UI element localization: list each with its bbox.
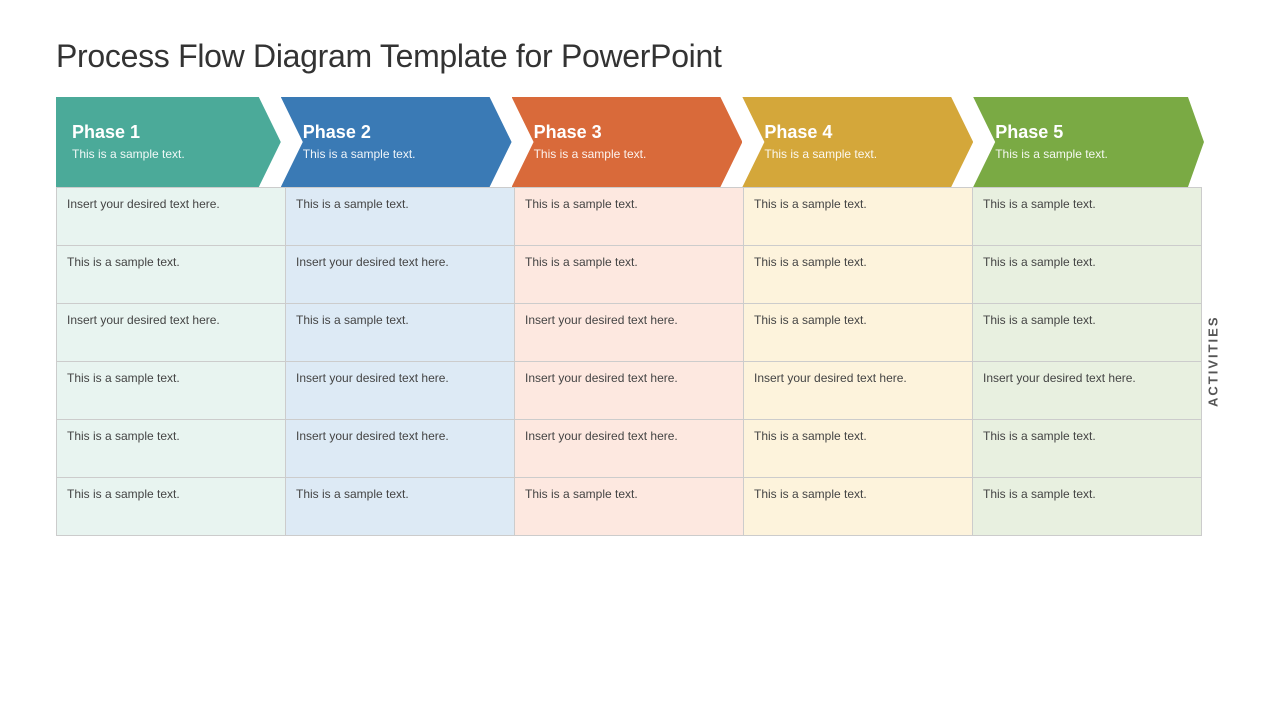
cell-r0-c0: Insert your desired text here. <box>57 188 286 246</box>
cell-r3-c4: Insert your desired text here. <box>973 362 1202 420</box>
phase-title-2: Phase 2 <box>303 122 498 143</box>
cell-r1-c2: This is a sample text. <box>515 246 744 304</box>
cell-r2-c3: This is a sample text. <box>744 304 973 362</box>
cell-r1-c0: This is a sample text. <box>57 246 286 304</box>
cell-r5-c0: This is a sample text. <box>57 478 286 536</box>
cell-r0-c3: This is a sample text. <box>744 188 973 246</box>
cell-r1-c3: This is a sample text. <box>744 246 973 304</box>
cell-r0-c2: This is a sample text. <box>515 188 744 246</box>
phase-arrow-3: Phase 3 This is a sample text. <box>512 97 743 187</box>
cell-r5-c1: This is a sample text. <box>286 478 515 536</box>
page-title: Process Flow Diagram Template for PowerP… <box>56 38 1224 75</box>
cell-r4-c0: This is a sample text. <box>57 420 286 478</box>
slide: Process Flow Diagram Template for PowerP… <box>20 10 1260 710</box>
cell-r0-c4: This is a sample text. <box>973 188 1202 246</box>
phase-sub-3: This is a sample text. <box>534 147 729 163</box>
cell-r0-c1: This is a sample text. <box>286 188 515 246</box>
cell-r5-c4: This is a sample text. <box>973 478 1202 536</box>
phase-arrow-4: Phase 4 This is a sample text. <box>742 97 973 187</box>
cell-r1-c1: Insert your desired text here. <box>286 246 515 304</box>
activities-grid: Insert your desired text here.This is a … <box>56 187 1202 536</box>
phase-title-1: Phase 1 <box>72 122 267 143</box>
diagram: Phase 1 This is a sample text. Phase 2 This… <box>56 97 1224 536</box>
phase-title-4: Phase 4 <box>764 122 959 143</box>
phase-sub-1: This is a sample text. <box>72 147 267 163</box>
phase-arrow-5: Phase 5 This is a sample text. <box>973 97 1204 187</box>
phases-row: Phase 1 This is a sample text. Phase 2 This… <box>56 97 1204 187</box>
cell-r3-c2: Insert your desired text here. <box>515 362 744 420</box>
cell-r3-c3: Insert your desired text here. <box>744 362 973 420</box>
phase-title-5: Phase 5 <box>995 122 1190 143</box>
cell-r2-c4: This is a sample text. <box>973 304 1202 362</box>
phase-arrow-2: Phase 2 This is a sample text. <box>281 97 512 187</box>
cell-r3-c0: This is a sample text. <box>57 362 286 420</box>
cell-r2-c0: Insert your desired text here. <box>57 304 286 362</box>
phase-sub-2: This is a sample text. <box>303 147 498 163</box>
table-container: Insert your desired text here.This is a … <box>56 187 1224 536</box>
phase-title-3: Phase 3 <box>534 122 729 143</box>
cell-r5-c3: This is a sample text. <box>744 478 973 536</box>
phase-sub-4: This is a sample text. <box>764 147 959 163</box>
cell-r1-c4: This is a sample text. <box>973 246 1202 304</box>
cell-r5-c2: This is a sample text. <box>515 478 744 536</box>
cell-r2-c1: This is a sample text. <box>286 304 515 362</box>
cell-r4-c1: Insert your desired text here. <box>286 420 515 478</box>
activities-label: ACTIVITIES <box>1202 187 1224 536</box>
cell-r3-c1: Insert your desired text here. <box>286 362 515 420</box>
cell-r4-c3: This is a sample text. <box>744 420 973 478</box>
cell-r4-c4: This is a sample text. <box>973 420 1202 478</box>
cell-r2-c2: Insert your desired text here. <box>515 304 744 362</box>
phase-arrow-1: Phase 1 This is a sample text. <box>56 97 281 187</box>
cell-r4-c2: Insert your desired text here. <box>515 420 744 478</box>
phase-sub-5: This is a sample text. <box>995 147 1190 163</box>
